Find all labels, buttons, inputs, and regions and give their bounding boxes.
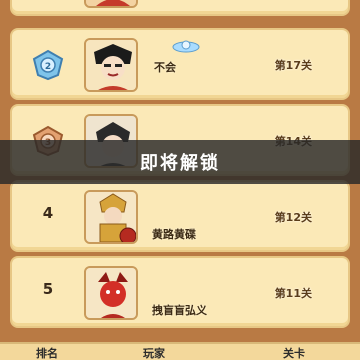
player-name: 黄路黄碟 bbox=[152, 228, 196, 241]
leaderboard-row-1 bbox=[10, 0, 350, 16]
footer-level-label: 关卡 bbox=[283, 347, 305, 360]
blue-wings-badge-icon bbox=[172, 40, 200, 53]
player-avatar[interactable] bbox=[84, 266, 138, 320]
rank-number: 4 bbox=[42, 204, 54, 222]
leaderboard-row-4: 4 黄路黄碟 第12关 bbox=[10, 180, 350, 252]
player-avatar[interactable] bbox=[84, 190, 138, 244]
leaderboard-footer: 排名 玩家 关卡 bbox=[0, 342, 360, 360]
player-avatar[interactable] bbox=[84, 38, 138, 92]
player-avatar bbox=[84, 0, 138, 8]
coming-soon-banner: 即将解锁 bbox=[0, 140, 360, 184]
player-name: 不会 bbox=[154, 61, 176, 74]
rank-number: 5 bbox=[42, 280, 54, 298]
leaderboard-row-2: 2 不会 第17关 bbox=[10, 28, 350, 100]
leaderboard: 2 不会 第17关 3 bbox=[0, 0, 360, 360]
player-level: 第12关 bbox=[274, 211, 312, 224]
player-level: 第11关 bbox=[274, 287, 312, 300]
player-level: 第17关 bbox=[274, 59, 312, 72]
footer-rank-label: 排名 bbox=[36, 347, 58, 360]
silver-medal-icon: 2 bbox=[32, 49, 64, 81]
player-name: 拽盲盲弘义 bbox=[152, 304, 207, 317]
leaderboard-row-5: 5 拽盲盲弘义 第11关 bbox=[10, 256, 350, 328]
rank-number: 2 bbox=[45, 62, 51, 72]
footer-player-label: 玩家 bbox=[143, 347, 165, 360]
